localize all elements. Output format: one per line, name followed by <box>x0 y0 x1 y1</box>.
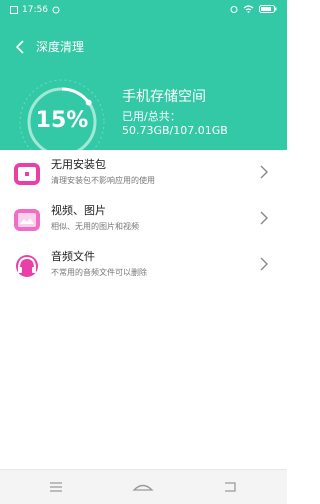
battery-icon <box>259 5 277 13</box>
chevron-right-icon <box>260 165 268 179</box>
chevron-right-icon <box>260 257 268 271</box>
cleanup-list: 无用安装包 清理安装包不影响应用的使用 视频、图片 相似、无用的图片和视频 音频… <box>0 150 287 288</box>
wifi-icon <box>243 5 254 13</box>
menu-button[interactable] <box>44 478 68 496</box>
header: 深度清理 15% 手机存储空间 已用/总共：50.73GB/107.01GB <box>0 22 287 165</box>
package-icon <box>14 163 40 185</box>
list-item-audio[interactable]: 音频文件 不常用的音频文件可以删除 <box>0 242 287 288</box>
page-title: 深度清理 <box>36 40 85 54</box>
storage-usage: 已用/总共：50.73GB/107.01GB <box>122 110 228 137</box>
chevron-right-icon <box>260 211 268 225</box>
storage-title: 手机存储空间 <box>122 89 206 105</box>
headphones-icon <box>16 255 38 277</box>
return-icon <box>225 482 236 492</box>
sync-icon <box>52 6 60 14</box>
status-left: 17:56 <box>10 5 60 15</box>
list-item-media[interactable]: 视频、图片 相似、无用的图片和视频 <box>0 196 287 242</box>
status-time: 17:56 <box>22 5 48 15</box>
image-icon <box>14 209 40 231</box>
home-button[interactable] <box>131 478 155 496</box>
item-title: 无用安装包 <box>51 158 106 171</box>
back-button[interactable] <box>14 39 38 59</box>
home-icon <box>132 484 154 491</box>
back-nav-button[interactable] <box>218 478 242 496</box>
item-description: 不常用的音频文件可以删除 <box>51 268 147 277</box>
menu-icon <box>50 482 62 492</box>
item-description: 相似、无用的图片和视频 <box>51 222 139 231</box>
item-title: 视频、图片 <box>51 204 106 217</box>
item-title: 音频文件 <box>51 250 95 263</box>
status-bar: 17:56 <box>0 0 287 22</box>
navigation-bar <box>0 469 287 504</box>
notification-icon <box>10 6 18 14</box>
list-item-packages[interactable]: 无用安装包 清理安装包不影响应用的使用 <box>0 150 287 196</box>
status-right <box>230 5 277 13</box>
chevron-left-icon <box>15 40 24 54</box>
alarm-icon <box>230 6 238 13</box>
item-description: 清理安装包不影响应用的使用 <box>51 176 155 185</box>
